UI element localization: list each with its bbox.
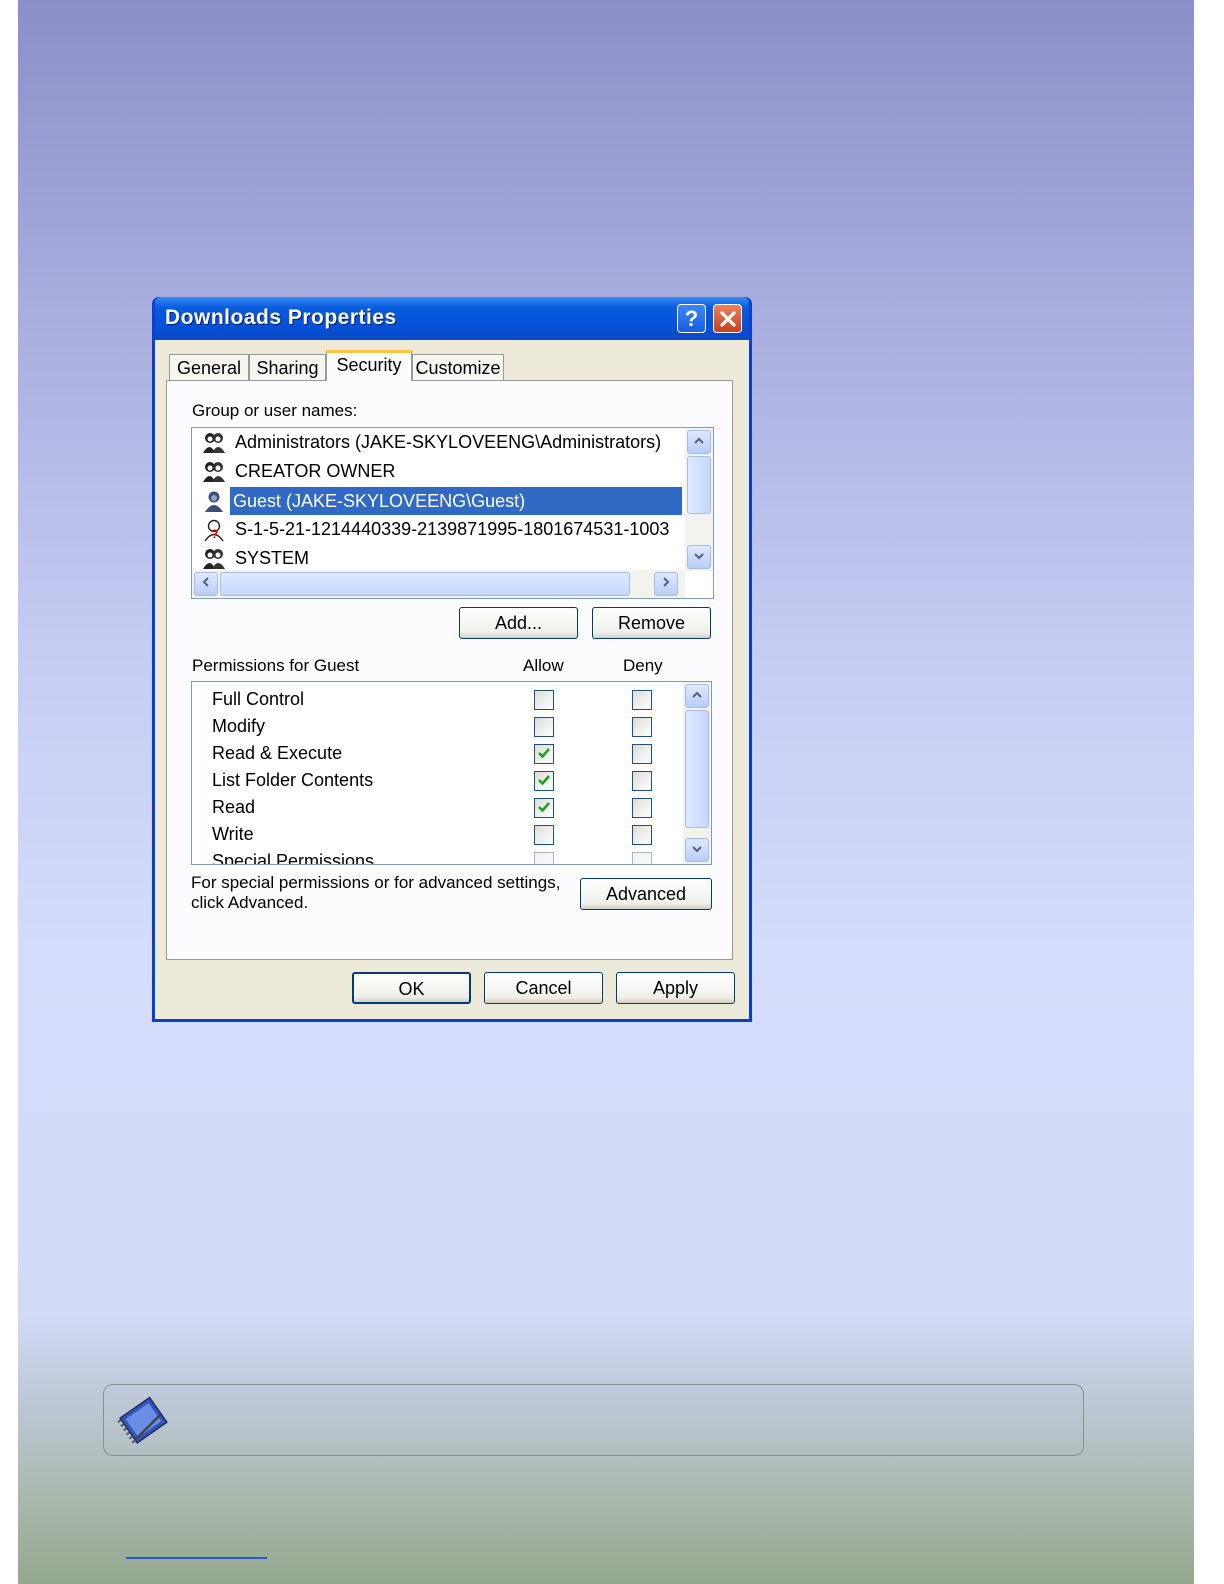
- permission-name: Write: [212, 824, 254, 844]
- user-list[interactable]: Administrators (JAKE-SKYLOVEENG\Administ…: [191, 427, 714, 599]
- deny-checkbox[interactable]: [632, 717, 652, 737]
- permission-name: Special Permissions: [212, 851, 375, 865]
- permission-row-special-permissions: Special Permissions: [212, 849, 682, 865]
- deny-checkbox[interactable]: [632, 744, 652, 764]
- close-button[interactable]: [713, 304, 742, 333]
- list-item-creator-owner[interactable]: CREATOR OWNER: [200, 458, 684, 486]
- user-list-horizontal-scrollbar[interactable]: [192, 570, 685, 598]
- permission-name: Read: [212, 797, 256, 817]
- dialog-title: Downloads Properties: [165, 306, 397, 329]
- footer-link-underline[interactable]: [126, 1557, 267, 1559]
- deny-checkbox[interactable]: [632, 771, 652, 791]
- allow-checkbox: [534, 852, 554, 864]
- notebook-icon: [117, 1396, 168, 1444]
- apply-button[interactable]: Apply: [616, 972, 735, 1004]
- deny-column-header: Deny: [623, 656, 663, 675]
- user-list-vertical-scrollbar[interactable]: [685, 428, 713, 571]
- group-names-label: Group or user names:: [192, 401, 358, 420]
- permission-name: Full Control: [212, 689, 305, 709]
- permissions-vertical-scrollbar[interactable]: [683, 682, 711, 864]
- permission-name: List Folder Contents: [212, 770, 374, 790]
- chevron-down-icon: [692, 846, 702, 853]
- permission-row-full-control: Full Control: [212, 687, 682, 714]
- security-tab-panel: Group or user names: Administrators (JAK…: [166, 380, 733, 960]
- permission-row-list-folder-contents: List Folder Contents: [212, 768, 682, 795]
- list-item-system[interactable]: SYSTEM: [200, 545, 684, 573]
- user-name: SYSTEM: [235, 548, 310, 568]
- svg-text:?: ?: [211, 527, 218, 541]
- list-item-unknown-sid[interactable]: ? S-1-5-21-1214440339-2139871995-1801674…: [200, 516, 684, 544]
- allow-checkbox[interactable]: [534, 744, 554, 764]
- advanced-button[interactable]: Advanced: [580, 878, 712, 910]
- checkmark-icon: [538, 748, 550, 759]
- tab-sharing[interactable]: Sharing: [249, 354, 326, 380]
- permission-row-read: Read: [212, 795, 682, 822]
- deny-checkbox[interactable]: [632, 798, 652, 818]
- user-icon: [205, 491, 223, 512]
- scroll-thumb[interactable]: [220, 572, 630, 596]
- scroll-left-button[interactable]: [194, 572, 218, 596]
- user-name: CREATOR OWNER: [235, 461, 396, 481]
- dialog-client-area: General Sharing Security Customize Group…: [155, 340, 749, 1019]
- user-name: Administrators (JAKE-SKYLOVEENG\Administ…: [235, 432, 662, 452]
- allow-column-header: Allow: [523, 656, 564, 675]
- deny-checkbox[interactable]: [632, 690, 652, 710]
- permissions-list[interactable]: Full Control Modify Read & Execute List …: [191, 681, 712, 865]
- scroll-up-button[interactable]: [687, 430, 711, 454]
- list-item-administrators[interactable]: Administrators (JAKE-SKYLOVEENG\Administ…: [200, 429, 684, 457]
- tab-security[interactable]: Security: [326, 350, 412, 381]
- group-icon: [203, 433, 225, 453]
- deny-checkbox[interactable]: [632, 825, 652, 845]
- close-icon: [719, 311, 736, 327]
- help-button[interactable]: ?: [677, 304, 706, 333]
- allow-checkbox[interactable]: [534, 717, 554, 737]
- scroll-down-button[interactable]: [687, 545, 711, 569]
- allow-checkbox[interactable]: [534, 771, 554, 791]
- permission-row-write: Write: [212, 822, 682, 849]
- scroll-thumb[interactable]: [685, 710, 709, 828]
- scroll-right-button[interactable]: [654, 572, 678, 596]
- scroll-thumb[interactable]: [687, 456, 711, 514]
- tab-general[interactable]: General: [169, 354, 249, 380]
- scroll-down-button[interactable]: [685, 838, 709, 862]
- chevron-up-icon: [694, 437, 704, 444]
- permission-row-modify: Modify: [212, 714, 682, 741]
- user-name: S-1-5-21-1214440339-2139871995-180167453…: [235, 519, 670, 539]
- permissions-for-label: Permissions for Guest: [192, 656, 360, 675]
- checkmark-icon: [538, 802, 550, 813]
- advanced-settings-note: For special permissions or for advanced …: [191, 873, 561, 912]
- group-icon: [203, 462, 225, 482]
- unknown-user-icon: ?: [204, 519, 224, 542]
- allow-checkbox[interactable]: [534, 798, 554, 818]
- chevron-right-icon: [663, 577, 670, 587]
- user-name: Guest (JAKE-SKYLOVEENG\Guest): [230, 487, 682, 515]
- permission-name: Read & Execute: [212, 743, 343, 763]
- add-button[interactable]: Add...: [459, 607, 578, 639]
- chevron-down-icon: [694, 553, 704, 560]
- list-item-guest[interactable]: Guest (JAKE-SKYLOVEENG\Guest): [200, 487, 684, 515]
- allow-checkbox[interactable]: [534, 690, 554, 710]
- group-icon: [203, 549, 225, 569]
- deny-checkbox: [632, 852, 652, 864]
- remove-button[interactable]: Remove: [592, 607, 711, 639]
- note-box: [103, 1384, 1084, 1456]
- permission-name: Modify: [212, 716, 266, 736]
- title-bar[interactable]: Downloads Properties ?: [155, 297, 749, 340]
- allow-checkbox[interactable]: [534, 825, 554, 845]
- scroll-up-button[interactable]: [685, 684, 709, 708]
- properties-dialog: Downloads Properties ? General Sharing S…: [152, 297, 752, 1022]
- checkmark-icon: [538, 775, 550, 786]
- permission-row-read-execute: Read & Execute: [212, 741, 682, 768]
- ok-button[interactable]: OK: [352, 972, 471, 1004]
- tab-customize[interactable]: Customize: [412, 354, 504, 380]
- chevron-left-icon: [202, 577, 209, 587]
- cancel-button[interactable]: Cancel: [484, 972, 603, 1004]
- chevron-up-icon: [692, 691, 702, 698]
